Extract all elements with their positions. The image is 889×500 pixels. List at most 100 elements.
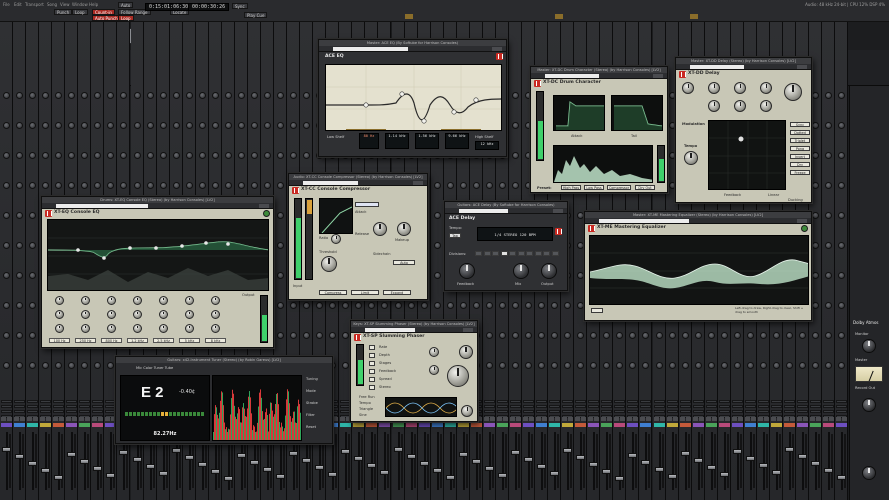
insert-slot[interactable] (653, 400, 665, 403)
channel-fader[interactable] (680, 451, 690, 456)
delay-knob[interactable] (760, 100, 772, 112)
solo-button[interactable] (333, 417, 339, 421)
insert-slot[interactable] (627, 410, 639, 413)
strip-knob[interactable] (498, 362, 506, 369)
insert-slot[interactable] (53, 400, 65, 403)
preset-selector[interactable] (56, 204, 149, 208)
window-title[interactable]: Guitars: x42-Instrument Tuner (Stereo) (… (116, 357, 332, 363)
strip-knob[interactable] (786, 362, 793, 369)
strip-knob[interactable] (407, 302, 415, 309)
mute-button[interactable] (653, 417, 659, 421)
tempo-knob[interactable] (684, 151, 698, 165)
strip-knob[interactable] (420, 302, 428, 309)
division-button[interactable] (500, 251, 508, 256)
insert-slot[interactable] (509, 410, 521, 413)
low-pass-button[interactable]: Low Pass (584, 185, 604, 190)
strip-knob[interactable] (224, 92, 232, 99)
strip-knob[interactable] (3, 332, 10, 339)
insert-slot[interactable] (705, 400, 717, 403)
strip-knob[interactable] (525, 362, 532, 369)
mute-button[interactable] (549, 417, 555, 421)
band-value[interactable]: 2.5 kHz (153, 338, 174, 343)
strip-knob[interactable] (16, 272, 24, 279)
solo-button[interactable] (607, 417, 613, 421)
mastering-eq-display[interactable] (589, 235, 809, 305)
channel-fader[interactable] (119, 450, 129, 455)
strip-knob[interactable] (237, 122, 245, 129)
strip-knob[interactable] (342, 332, 350, 339)
channel-fader[interactable] (54, 475, 64, 480)
strip-knob[interactable] (159, 152, 167, 159)
phaser-param-toggle[interactable] (369, 353, 375, 358)
channel-fader[interactable] (589, 462, 599, 467)
insert-slot[interactable] (679, 410, 691, 413)
insert-slot[interactable] (92, 400, 104, 403)
insert-slot[interactable] (731, 400, 743, 403)
strip-knob[interactable] (577, 362, 585, 369)
insert-slot[interactable] (640, 400, 652, 403)
strip-knob[interactable] (290, 302, 298, 309)
strip-knob[interactable] (172, 182, 180, 189)
solo-button[interactable] (672, 417, 678, 421)
channel-fader[interactable] (380, 470, 390, 475)
insert-slot[interactable] (627, 405, 639, 408)
strip-knob[interactable] (838, 212, 846, 219)
strip-knob[interactable] (799, 362, 807, 369)
mute-button[interactable] (496, 417, 502, 421)
mute-button[interactable] (770, 417, 776, 421)
mix-knob[interactable] (784, 83, 802, 101)
insert-slot[interactable] (770, 405, 782, 408)
strip-knob[interactable] (812, 122, 820, 129)
strip-knob[interactable] (198, 182, 206, 189)
channel-fader[interactable] (28, 461, 38, 466)
bypass-button[interactable] (413, 181, 423, 185)
strip-knob[interactable] (746, 362, 754, 369)
band-q-knob[interactable] (81, 324, 90, 333)
channel-fader[interactable] (602, 469, 612, 474)
attack-mode[interactable] (355, 202, 379, 207)
insert-slot[interactable] (810, 410, 822, 413)
strip-knob[interactable] (812, 212, 820, 219)
strip-knob[interactable] (812, 182, 820, 189)
strip-knob[interactable] (825, 272, 833, 279)
insert-slot[interactable] (40, 400, 52, 403)
band-q-knob[interactable] (107, 324, 116, 333)
expand-mode-button[interactable]: Expand (383, 290, 411, 295)
high-pass-button[interactable]: High Pass (561, 185, 581, 190)
channel-fader[interactable] (785, 447, 794, 452)
mix-knob[interactable] (513, 263, 529, 279)
band-q-knob[interactable] (211, 324, 220, 333)
strip-knob[interactable] (838, 182, 846, 189)
strip-knob[interactable] (120, 92, 128, 99)
band-q-knob[interactable] (185, 324, 194, 333)
strip-knob[interactable] (551, 332, 559, 339)
insert-slot[interactable] (575, 410, 587, 413)
mute-button[interactable] (640, 417, 646, 421)
auto-button[interactable]: Auto (118, 2, 134, 8)
insert-slot[interactable] (14, 405, 26, 408)
mute-button[interactable] (40, 417, 46, 421)
menu-edit[interactable]: Edit (14, 2, 22, 7)
strip-knob[interactable] (812, 242, 820, 249)
channel-fader[interactable] (223, 476, 233, 481)
mute-button[interactable] (588, 417, 594, 421)
strip-knob[interactable] (94, 92, 102, 99)
strip-knob[interactable] (68, 362, 76, 369)
preset-selector[interactable] (459, 209, 508, 213)
delay-knob[interactable] (708, 82, 720, 94)
strip-knob[interactable] (250, 122, 258, 129)
strip-knob[interactable] (211, 92, 219, 99)
channel-fader[interactable] (132, 457, 142, 462)
insert-slot[interactable] (27, 405, 39, 408)
channel-fader[interactable] (419, 461, 429, 466)
insert-slot[interactable] (92, 405, 104, 408)
phaser-param-toggle[interactable] (369, 377, 375, 382)
insert-slot[interactable] (823, 405, 835, 408)
solo-button[interactable] (568, 417, 574, 421)
insert-slot[interactable] (744, 400, 756, 403)
bypass-button[interactable] (797, 219, 807, 223)
strip-knob[interactable] (498, 332, 506, 339)
phaser-mode-label[interactable]: Free Run (359, 395, 375, 399)
strip-knob[interactable] (511, 302, 519, 309)
channel-fader[interactable] (80, 459, 90, 464)
